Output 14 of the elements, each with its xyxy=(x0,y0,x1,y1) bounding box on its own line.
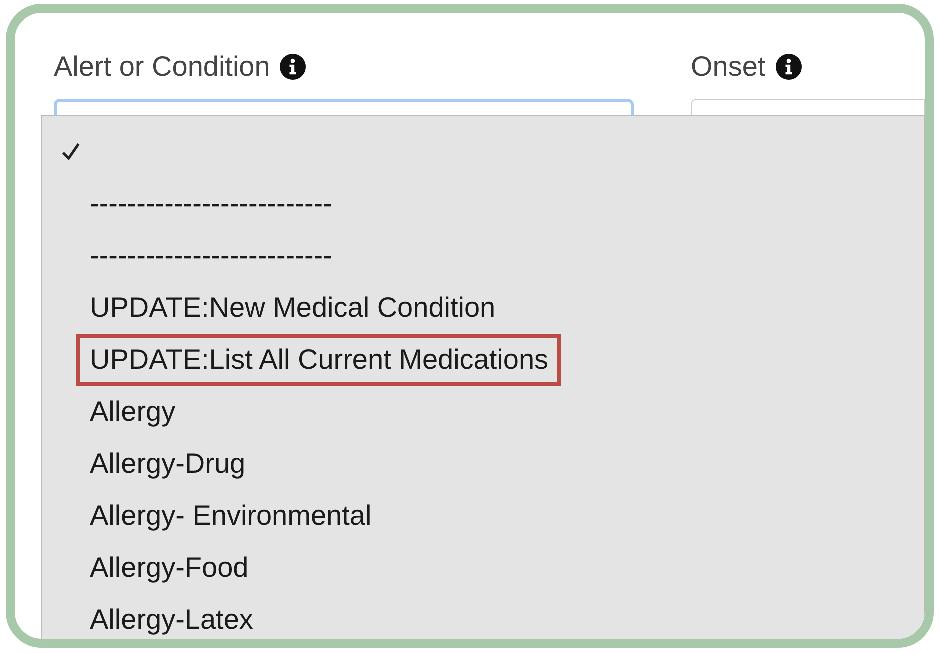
menu-option[interactable]: UPDATE:New Medical Condition xyxy=(42,282,502,334)
menu-option[interactable]: Allergy-Food xyxy=(42,542,255,594)
menu-option[interactable]: Allergy-Latex xyxy=(42,594,260,639)
menu-option[interactable]: -------------------------- xyxy=(42,230,338,282)
menu-option[interactable]: Allergy-Drug xyxy=(42,438,252,490)
field-label: Alert or Condition xyxy=(54,51,270,83)
checkmark-icon xyxy=(60,141,82,163)
menu-option[interactable]: -------------------------- xyxy=(42,178,338,230)
field-label: Onset xyxy=(691,51,766,83)
info-icon[interactable] xyxy=(776,54,802,80)
info-icon[interactable] xyxy=(280,54,306,80)
menu-option[interactable]: Allergy- Environmental xyxy=(42,490,378,542)
menu-option[interactable]: UPDATE:List All Current Medications xyxy=(76,334,561,386)
menu-option[interactable]: Allergy xyxy=(42,386,182,438)
